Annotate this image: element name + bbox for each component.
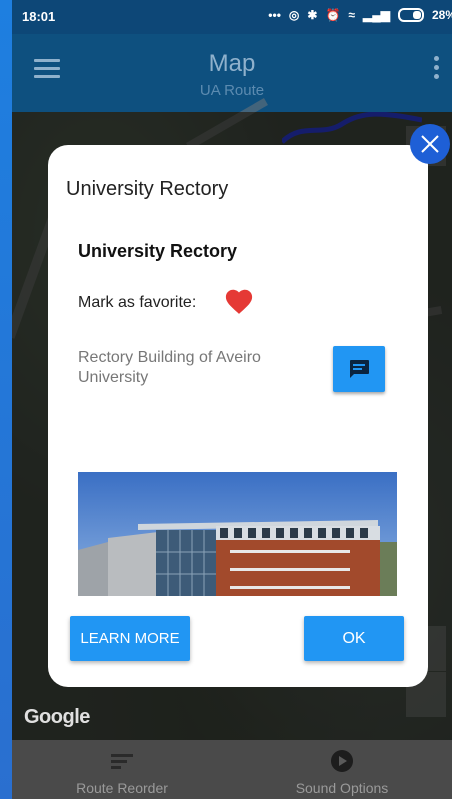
close-dialog-button[interactable] [410, 124, 450, 164]
comment-button[interactable] [333, 346, 385, 392]
ok-button[interactable]: OK [304, 616, 404, 661]
battery-percent: 28% [431, 8, 452, 22]
reorder-icon [12, 748, 232, 774]
status-icons: ••• ◎ ✱ ⏰ ≈ ▂▄▆ 28% [268, 8, 452, 22]
bottom-navigation: Route Reorder Sound Options [12, 740, 452, 799]
app-bar: Map UA Route [12, 34, 452, 112]
close-icon [421, 135, 439, 153]
comment-icon [350, 360, 369, 378]
left-edge [0, 0, 12, 799]
poi-dialog: University Rectory University Rectory Ma… [48, 145, 428, 687]
poi-name: University Rectory [78, 241, 238, 261]
battery-icon [397, 8, 424, 22]
poi-photo [78, 472, 397, 596]
map-attribution: Google [24, 706, 90, 728]
route-reorder-tab[interactable]: Route Reorder [12, 748, 232, 796]
more-notifications-icon: ••• [268, 8, 281, 22]
phone-screen: 18:01 ••• ◎ ✱ ⏰ ≈ ▂▄▆ 28% Map UA Route [12, 0, 452, 799]
alarm-icon: ⏰ [325, 8, 341, 22]
page-subtitle: UA Route [199, 82, 265, 99]
page-title: Map [208, 50, 256, 77]
learn-more-button[interactable]: LEARN MORE [70, 616, 190, 661]
bluetooth-icon: ✱ [307, 8, 318, 22]
dialog-title: University Rectory [66, 178, 229, 200]
overflow-menu-icon[interactable] [434, 56, 440, 83]
poi-description: Rectory Building of Aveiro University [78, 349, 261, 386]
nfc-icon: ◎ [288, 8, 300, 22]
favorite-label: Mark as favorite: [78, 294, 197, 311]
play-circle-icon [331, 750, 353, 772]
sound-options-label: Sound Options [295, 780, 389, 796]
status-time: 18:01 [22, 9, 56, 24]
favorite-heart-icon[interactable] [224, 287, 254, 315]
sound-options-tab[interactable]: Sound Options [232, 748, 452, 796]
signal-icon: ▂▄▆ [363, 8, 390, 22]
wifi-icon: ≈ [348, 8, 355, 22]
status-bar: 18:01 ••• ◎ ✱ ⏰ ≈ ▂▄▆ 28% [12, 0, 452, 34]
route-reorder-label: Route Reorder [76, 780, 168, 796]
